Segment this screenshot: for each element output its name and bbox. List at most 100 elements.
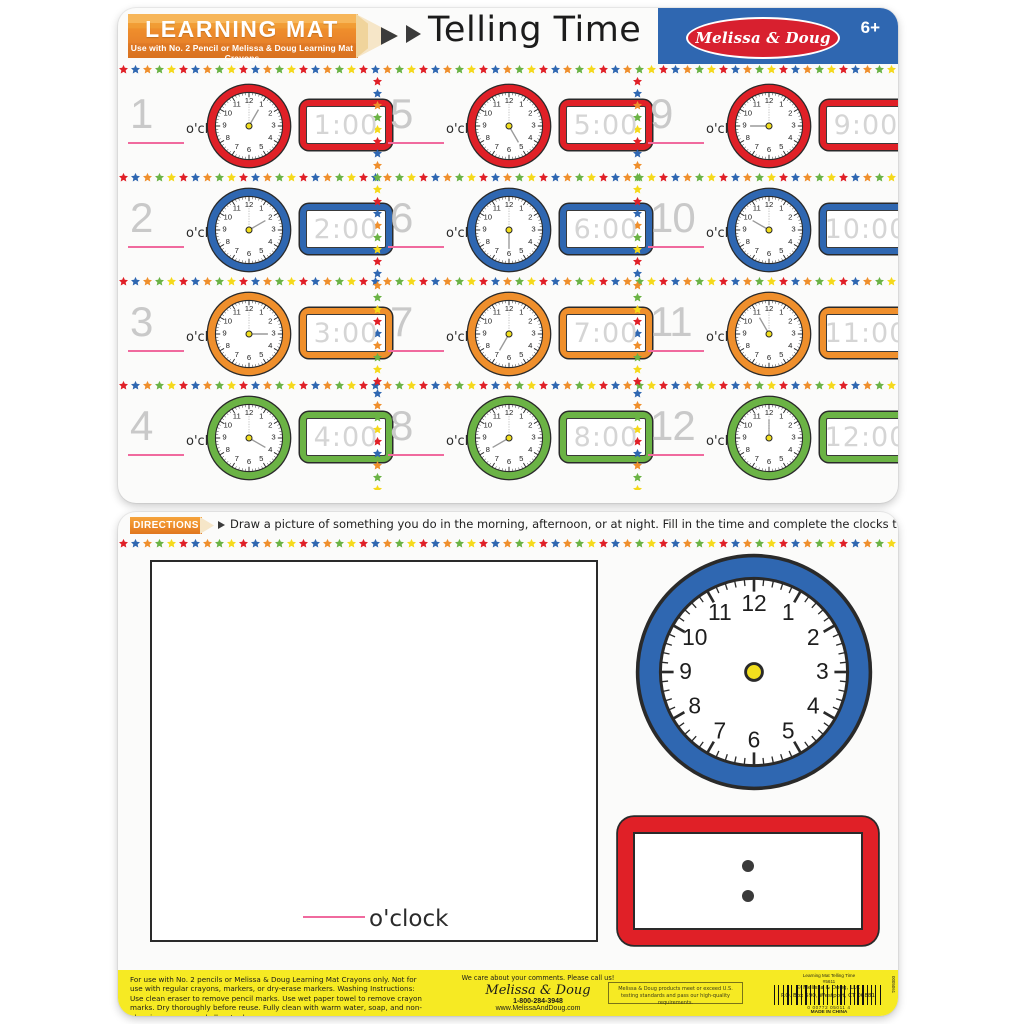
star-divider-horizontal [118,172,898,183]
write-line[interactable] [388,142,444,144]
write-line[interactable] [128,246,184,248]
large-digital-clock[interactable] [618,817,878,945]
star-icon [430,276,442,287]
write-line[interactable] [128,350,184,352]
practice-cell[interactable]: 11o'clock123456789101112 11:00 [638,282,898,386]
analog-clock[interactable]: 1 2 3 4 5 6 7 8 9 10 11 12 [466,291,552,382]
trace-number[interactable]: 9 [650,92,673,136]
large-analog-clock[interactable]: 1 2 3 4 5 6 7 8 9 10 11 12 [634,552,874,792]
analog-clock[interactable]: 1 2 3 4 5 6 7 8 9 10 11 12 [726,187,812,278]
svg-text:9: 9 [742,121,746,130]
write-line[interactable] [648,142,704,144]
practice-cell[interactable]: 3o'clock123456789101112 3:00 [118,282,392,386]
star-icon [118,276,130,287]
digital-time-trace[interactable]: 2:00 [314,214,379,245]
analog-clock[interactable]: 1 2 3 4 5 6 7 8 9 10 11 12 [206,83,292,174]
analog-clock[interactable]: 1 2 3 4 5 6 7 8 9 10 11 12 [206,395,292,486]
svg-text:11: 11 [753,203,761,212]
barcode-item: #5611 [822,978,836,984]
trace-number[interactable]: 2 [130,196,153,240]
trace-number[interactable]: 11 [650,300,693,344]
analog-clock[interactable]: 1 2 3 4 5 6 7 8 9 10 11 12 [466,83,552,174]
svg-text:4: 4 [268,341,273,350]
number-trace-group[interactable]: 8o'clock [386,404,491,470]
star-icon [298,172,310,183]
digital-clock[interactable]: 11:00 [820,308,898,358]
digital-time-trace[interactable]: 10:00 [825,214,898,245]
write-line[interactable] [388,246,444,248]
svg-text:2: 2 [268,212,272,221]
trace-number[interactable]: 10 [650,196,696,240]
digital-time-trace[interactable]: 1:00 [314,110,379,141]
number-trace-group[interactable]: 9o'clock [646,92,751,158]
practice-cell[interactable]: 1o'clock123456789101112 1:00 [118,74,392,178]
number-trace-group[interactable]: 1o'clock [126,92,231,158]
star-icon [154,380,166,391]
practice-cell[interactable]: 9o'clock123456789101112 9:00 [638,74,898,178]
practice-cell[interactable]: 7o'clock123456789101112 7:00 [378,282,652,386]
digital-time-trace[interactable]: 4:00 [314,422,379,453]
digital-time-trace[interactable]: 6:00 [574,214,639,245]
digital-clock[interactable]: 10:00 [820,204,898,254]
analog-clock[interactable]: 1 2 3 4 5 6 7 8 9 10 11 12 [466,187,552,278]
write-line[interactable] [128,142,184,144]
svg-text:6: 6 [507,353,511,362]
analog-clock[interactable]: 1 2 3 4 5 6 7 8 9 10 11 12 [726,83,812,174]
trace-number[interactable]: 4 [130,404,153,448]
analog-clock[interactable]: 1 2 3 4 5 6 7 8 9 10 11 12 [466,395,552,486]
practice-cell[interactable]: 10o'clock123456789101112 10:00 [638,178,898,282]
digital-time-trace[interactable]: 3:00 [314,318,379,349]
star-icon [142,380,154,391]
number-trace-group[interactable]: 10o'clock [646,196,751,262]
digital-clock[interactable]: 12:00 [820,412,898,462]
star-icon [862,276,874,287]
analog-clock[interactable]: 1 2 3 4 5 6 7 8 9 10 11 12 [206,291,292,382]
practice-cell[interactable]: 4o'clock123456789101112 4:00 [118,386,392,490]
digital-time-trace[interactable]: 12:00 [825,422,898,453]
digital-time-trace[interactable]: 9:00 [834,110,898,141]
analog-clock[interactable]: 1 2 3 4 5 6 7 8 9 10 11 12 [726,395,812,486]
digital-time-trace[interactable]: 11:00 [825,318,898,349]
practice-cell[interactable]: 5o'clock123456789101112 5:00 [378,74,652,178]
trace-number[interactable]: 1 [130,92,153,136]
svg-text:2: 2 [528,108,532,117]
write-line[interactable] [648,246,704,248]
svg-text:1: 1 [259,203,263,212]
number-trace-group[interactable]: 12o'clock [646,404,751,470]
practice-cell[interactable]: 6o'clock123456789101112 6:00 [378,178,652,282]
trace-number[interactable]: 8 [390,404,413,448]
analog-clock[interactable]: 1 2 3 4 5 6 7 8 9 10 11 12 [726,291,812,382]
number-trace-group[interactable]: 3o'clock [126,300,231,366]
svg-text:6: 6 [247,457,251,466]
trace-number[interactable]: 7 [390,300,413,344]
practice-cell[interactable]: 8o'clock123456789101112 8:00 [378,386,652,490]
star-icon [838,172,850,183]
digital-time-trace[interactable]: 7:00 [574,318,639,349]
digital-time-trace[interactable]: 5:00 [574,110,639,141]
write-line[interactable] [128,454,184,456]
digital-colon-icon [742,854,754,908]
trace-number[interactable]: 12 [650,404,696,448]
number-trace-group[interactable]: 5o'clock [386,92,491,158]
analog-clock[interactable]: 1 2 3 4 5 6 7 8 9 10 11 12 [206,187,292,278]
trace-number[interactable]: 6 [390,196,413,240]
practice-cell[interactable]: 12o'clock123456789101112 12:00 [638,386,898,490]
write-line[interactable] [648,350,704,352]
digital-time-trace[interactable]: 8:00 [574,422,639,453]
trace-number[interactable]: 3 [130,300,153,344]
number-trace-group[interactable]: 11o'clock [646,300,751,366]
number-trace-group[interactable]: 4o'clock [126,404,231,470]
drawing-area[interactable]: o'clock [150,560,598,942]
number-trace-group[interactable]: 2o'clock [126,196,231,262]
number-trace-group[interactable]: 7o'clock [386,300,491,366]
number-trace-group[interactable]: 6o'clock [386,196,491,262]
star-icon [610,538,622,549]
drawing-time-blank[interactable] [303,916,365,918]
write-line[interactable] [388,350,444,352]
trace-number[interactable]: 5 [390,92,413,136]
digital-clock[interactable]: 9:00 [820,100,898,150]
practice-cell[interactable]: 2o'clock123456789101112 2:00 [118,178,392,282]
star-icon [574,380,586,391]
write-line[interactable] [388,454,444,456]
write-line[interactable] [648,454,704,456]
